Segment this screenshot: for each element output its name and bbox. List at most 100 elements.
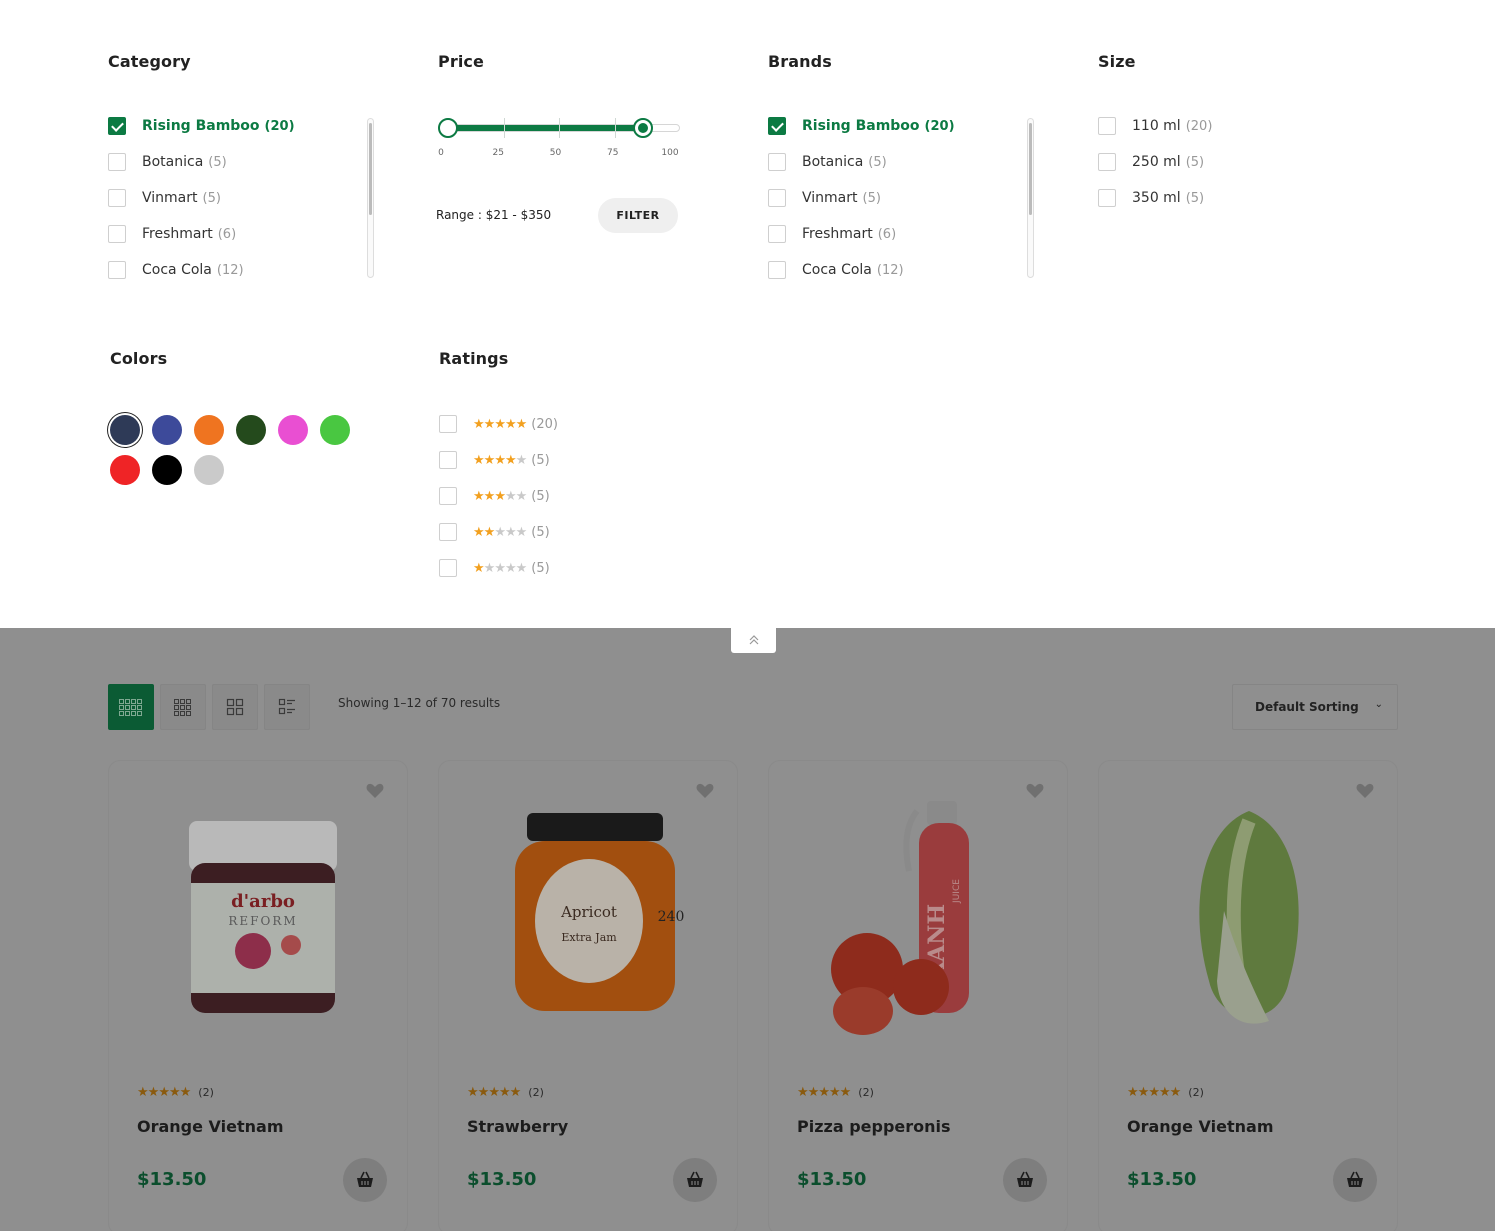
category-option[interactable]: Botanica (5) [108, 152, 227, 172]
checkbox[interactable] [108, 225, 126, 243]
checkbox[interactable] [768, 225, 786, 243]
checkbox[interactable] [439, 415, 457, 433]
product-rating: ★ ★ ★ ★ ★ (2) [467, 1085, 544, 1100]
product-card[interactable]: d'arbo REFORM ★ ★ ★ ★ ★ (2) Orange Vietnam $13.50 [108, 760, 408, 1231]
checkbox[interactable] [108, 261, 126, 279]
checkbox[interactable] [1098, 189, 1116, 207]
category-option[interactable]: Vinmart (5) [108, 188, 221, 208]
brand-option[interactable]: Rising Bamboo (20) [768, 116, 955, 136]
product-name[interactable]: Orange Vietnam [1127, 1117, 1274, 1136]
color-swatch[interactable] [236, 415, 266, 445]
size-option[interactable]: 250 ml (5) [1098, 152, 1204, 172]
checkbox[interactable] [439, 559, 457, 577]
size-title: Size [1098, 52, 1136, 71]
color-swatch[interactable] [194, 455, 224, 485]
price-filter: Price [438, 52, 484, 71]
color-swatch[interactable] [152, 415, 182, 445]
product-image-juice-bottle-tomatoes[interactable]: XANH JUICE [809, 791, 1029, 1056]
brand-option[interactable]: Vinmart (5) [768, 188, 881, 208]
price-slider[interactable] [438, 118, 680, 138]
size-option[interactable]: 350 ml (5) [1098, 188, 1204, 208]
product-name[interactable]: Strawberry [467, 1117, 568, 1136]
size-option[interactable]: 110 ml (20) [1098, 116, 1212, 136]
checkbox[interactable] [439, 523, 457, 541]
rating-option-count: (5) [531, 452, 550, 468]
color-swatch[interactable] [278, 415, 308, 445]
brands-scrollbar-thumb[interactable] [1029, 123, 1032, 215]
rating-option[interactable]: ★ ★ ★ ★ ★ (5) [439, 486, 550, 506]
color-swatch[interactable] [110, 415, 140, 445]
rating-option[interactable]: ★ ★ ★ ★ ★ (5) [439, 522, 550, 542]
category-scrollbar[interactable] [367, 118, 374, 278]
grid-4-columns-icon [119, 699, 142, 716]
rating-option-count: (5) [531, 524, 550, 540]
view-grid-4-button[interactable] [108, 684, 154, 730]
product-rating: ★ ★ ★ ★ ★ (2) [797, 1085, 874, 1100]
add-to-cart-button[interactable] [673, 1158, 717, 1202]
filter-button[interactable]: FILTER [598, 198, 678, 233]
product-image-napa-cabbage[interactable] [1139, 791, 1359, 1056]
view-grid-3-button[interactable] [160, 684, 206, 730]
checkbox[interactable] [439, 487, 457, 505]
star-icon: ★ [504, 560, 517, 576]
checkbox[interactable] [108, 153, 126, 171]
product-card[interactable]: ★ ★ ★ ★ ★ (2) Orange Vietnam $13.50 [1098, 760, 1398, 1231]
add-to-cart-button[interactable] [1003, 1158, 1047, 1202]
view-grid-2-button[interactable] [212, 684, 258, 730]
category-option[interactable]: Coca Cola (12) [108, 260, 244, 280]
category-option[interactable]: Rising Bamboo (20) [108, 116, 295, 136]
checkbox[interactable] [1098, 153, 1116, 171]
star-icon: ★ [483, 416, 496, 432]
category-scrollbar-thumb[interactable] [369, 123, 372, 215]
price-handle-max[interactable] [633, 118, 654, 138]
product-name[interactable]: Pizza pepperonis [797, 1117, 951, 1136]
sorting-select[interactable]: Default Sorting ⌄ [1232, 684, 1398, 730]
add-to-cart-button[interactable] [1333, 1158, 1377, 1202]
checkbox[interactable] [108, 189, 126, 207]
view-list-button[interactable] [264, 684, 310, 730]
sorting-selected-value: Default Sorting [1255, 700, 1359, 714]
color-swatch[interactable] [152, 455, 182, 485]
category-option-count: (5) [202, 190, 221, 206]
star-icon: ★ [483, 452, 496, 468]
color-swatch[interactable] [194, 415, 224, 445]
color-swatch[interactable] [110, 455, 140, 485]
category-option-label: Botanica [142, 154, 204, 170]
checkbox[interactable] [108, 117, 126, 135]
grid-2-columns-icon [226, 698, 244, 716]
price-handle-min[interactable] [438, 118, 458, 138]
color-swatch[interactable] [320, 415, 350, 445]
checkbox[interactable] [439, 451, 457, 469]
ratings-filter: Ratings [439, 349, 508, 368]
checkbox[interactable] [768, 189, 786, 207]
product-card[interactable]: Apricot Extra Jam 240 ★ ★ ★ ★ ★ (2) Strawberry $13… [438, 760, 738, 1231]
star-icon: ★ [473, 452, 485, 468]
rating-option[interactable]: ★ ★ ★ ★ ★ (5) [439, 558, 550, 578]
checkbox[interactable] [768, 117, 786, 135]
brand-option[interactable]: Botanica (5) [768, 152, 887, 172]
collapse-filter-button[interactable] [731, 628, 776, 653]
colors-title: Colors [110, 349, 168, 368]
product-image-jam-jar-raspberry[interactable]: d'arbo REFORM [149, 791, 369, 1056]
price-slider-tick [614, 118, 616, 138]
category-option[interactable]: Freshmart (6) [108, 224, 236, 244]
basket-icon [687, 1171, 703, 1187]
star-icon: ★ [467, 1085, 479, 1100]
brand-option[interactable]: Coca Cola (12) [768, 260, 904, 280]
checkbox[interactable] [768, 261, 786, 279]
brands-scrollbar[interactable] [1027, 118, 1034, 278]
size-option-label: 250 ml [1132, 154, 1181, 170]
rating-option[interactable]: ★ ★ ★ ★ ★ (5) [439, 450, 550, 470]
rating-option[interactable]: ★ ★ ★ ★ ★ (20) [439, 414, 558, 434]
star-icon: ★ [504, 488, 517, 504]
brand-option-count: (5) [868, 154, 887, 170]
category-option-label: Coca Cola [142, 262, 212, 278]
product-name[interactable]: Orange Vietnam [137, 1117, 284, 1136]
brand-option[interactable]: Freshmart (6) [768, 224, 896, 244]
star-icon: ★ [137, 1085, 149, 1100]
checkbox[interactable] [1098, 117, 1116, 135]
checkbox[interactable] [768, 153, 786, 171]
product-image-jam-jar-apricot[interactable]: Apricot Extra Jam 240 [479, 791, 699, 1056]
add-to-cart-button[interactable] [343, 1158, 387, 1202]
product-card[interactable]: XANH JUICE ★ ★ ★ ★ ★ (2) Pizza pepperonis $13.50 [768, 760, 1068, 1231]
